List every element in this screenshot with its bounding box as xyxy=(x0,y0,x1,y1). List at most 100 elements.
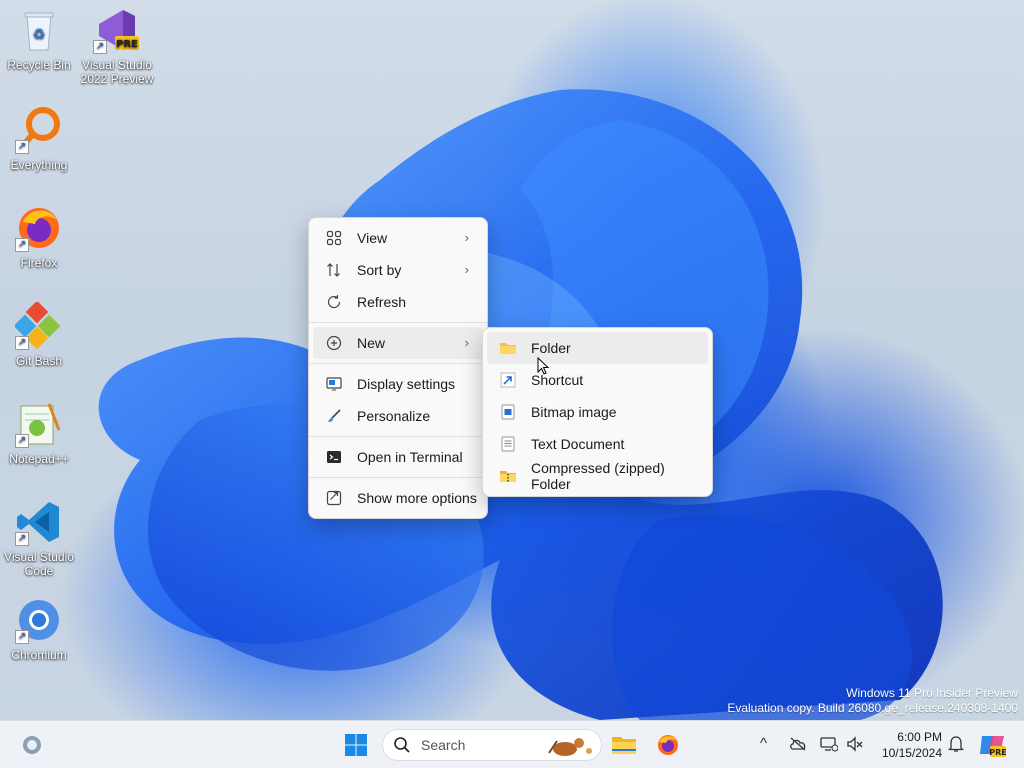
system-clock[interactable]: 6:00 PM 10/15/2024 xyxy=(872,729,942,761)
menu-item-display-settings[interactable]: Display settings xyxy=(313,368,483,400)
menu-separator xyxy=(309,436,487,437)
taskbar-file-explorer[interactable] xyxy=(608,729,640,761)
desktop-icon-label: Visual Studio Code xyxy=(4,550,74,578)
desktop-icon-label: Notepad++ xyxy=(9,452,69,466)
desktop-icon-vscode[interactable]: ↗ Visual Studio Code xyxy=(0,498,78,578)
watermark-line-1: Windows 11 Pro Insider Preview xyxy=(846,686,1018,700)
copilot-icon: PRE xyxy=(980,736,1006,757)
shortcut-arrow-icon: ↗ xyxy=(15,630,29,644)
mouse-cursor-icon xyxy=(537,357,549,375)
onedrive-offline-icon[interactable] xyxy=(789,737,807,751)
network-icon[interactable] xyxy=(820,736,838,752)
firefox-icon xyxy=(658,735,678,755)
search-placeholder: Search xyxy=(421,737,466,753)
submenu-item-folder[interactable]: Folder xyxy=(487,332,708,364)
desktop-context-menu: View › Sort by › Refresh New › Display s… xyxy=(308,217,488,519)
desktop-icon-everything[interactable]: ↗ Everything xyxy=(0,106,78,172)
menu-item-label: View xyxy=(357,230,388,246)
menu-item-label: Refresh xyxy=(357,294,407,310)
search-highlight-icon xyxy=(548,738,592,756)
bitmap-icon xyxy=(495,404,521,420)
search-icon xyxy=(394,737,410,753)
desktop-icon-label: Git Bash xyxy=(15,354,63,368)
submenu-item-shortcut[interactable]: Shortcut xyxy=(487,364,708,396)
taskbar-search-box[interactable]: Search xyxy=(382,729,602,761)
menu-item-label: Personalize xyxy=(357,408,431,424)
desktop-icon-firefox[interactable]: ↗ Firefox xyxy=(0,204,78,270)
menu-item-open-in-terminal[interactable]: Open in Terminal xyxy=(313,441,483,473)
menu-item-view[interactable]: View › xyxy=(313,222,483,254)
menu-item-personalize[interactable]: Personalize xyxy=(313,400,483,432)
more-options-icon xyxy=(321,490,347,506)
menu-item-new[interactable]: New › xyxy=(313,327,483,359)
volume-muted-icon[interactable] xyxy=(846,736,864,752)
menu-separator xyxy=(309,322,487,323)
brush-icon xyxy=(321,408,347,424)
submenu-item-bitmap-image[interactable]: Bitmap image xyxy=(487,396,708,428)
desktop-icon-label: Everything xyxy=(10,158,68,172)
folder-icon xyxy=(495,340,521,356)
copilot-button[interactable]: PRE xyxy=(976,729,1008,761)
plus-circle-icon xyxy=(321,335,347,351)
file-explorer-icon xyxy=(612,737,636,754)
terminal-icon xyxy=(321,449,347,465)
shortcut-arrow-icon: ↗ xyxy=(15,140,29,154)
desktop-icon-notepad-plus-plus[interactable]: ↗ Notepad++ xyxy=(0,400,78,466)
menu-item-refresh[interactable]: Refresh xyxy=(313,286,483,318)
grid-icon xyxy=(321,230,347,246)
submenu-item-compressed-folder[interactable]: Compressed (zipped) Folder xyxy=(487,460,708,492)
display-icon xyxy=(321,376,347,392)
weather-widget-icon xyxy=(23,736,41,754)
menu-item-label: Sort by xyxy=(357,262,402,278)
chevron-right-icon: › xyxy=(464,230,469,245)
desktop-icon-label: Firefox xyxy=(20,256,58,270)
recycle-bin-icon: ♻ xyxy=(24,12,54,51)
desktop-icon-recycle-bin[interactable]: ♻ Recycle Bin xyxy=(0,6,78,72)
submenu-item-label: Compressed (zipped) Folder xyxy=(530,460,665,492)
desktop-icon-visual-studio-preview[interactable]: PRE ↗ Visual Studio 2022 Preview xyxy=(78,6,156,86)
desktop-icon-git-bash[interactable]: ↗ Git Bash xyxy=(0,300,78,368)
windows-logo-icon xyxy=(345,734,367,756)
widgets-button[interactable] xyxy=(16,729,48,761)
start-button[interactable] xyxy=(340,729,372,761)
menu-item-label: Display settings xyxy=(357,376,456,392)
menu-item-sort-by[interactable]: Sort by › xyxy=(313,254,483,286)
sort-icon xyxy=(321,262,347,278)
submenu-item-label: Text Document xyxy=(531,436,625,452)
evaluation-watermark: Windows 11 Pro Insider Preview Evaluatio… xyxy=(727,686,1018,716)
clock-time: 6:00 PM xyxy=(897,730,942,744)
desktop-icon-chromium[interactable]: ↗ Chromium xyxy=(0,596,78,662)
svg-text:♻: ♻ xyxy=(33,27,46,43)
new-submenu: Folder Shortcut Bitmap image Text Docume… xyxy=(482,327,713,497)
desktop-icon-label: Visual Studio 2022 Preview xyxy=(80,58,154,86)
chevron-right-icon: › xyxy=(464,262,469,277)
taskbar-firefox[interactable] xyxy=(652,729,684,761)
svg-text:PRE: PRE xyxy=(989,748,1006,757)
shortcut-arrow-icon: ↗ xyxy=(15,336,29,350)
text-document-icon xyxy=(495,436,521,452)
desktop-icon-label: Recycle Bin xyxy=(7,58,71,72)
watermark-line-2: Evaluation copy. Build 26080.ge_release.… xyxy=(727,701,1018,715)
submenu-item-label: Bitmap image xyxy=(531,404,617,420)
shortcut-arrow-icon: ↗ xyxy=(93,40,107,54)
notification-bell-icon[interactable] xyxy=(948,735,964,753)
chevron-up-icon[interactable]: ^ xyxy=(760,735,767,752)
zip-folder-icon xyxy=(495,468,521,484)
taskbar: Search ^ 6:00 PM 10/15/2024 PRE xyxy=(0,720,1024,768)
shortcut-arrow-icon: ↗ xyxy=(15,532,29,546)
clock-date: 10/15/2024 xyxy=(881,746,942,760)
submenu-item-label: Folder xyxy=(531,340,571,356)
menu-separator xyxy=(309,363,487,364)
menu-item-label: Show more options xyxy=(357,490,477,506)
svg-text:PRE: PRE xyxy=(116,39,138,50)
shortcut-icon xyxy=(495,372,521,388)
menu-separator xyxy=(309,477,487,478)
desktop-icon-label: Chromium xyxy=(11,648,67,662)
submenu-item-text-document[interactable]: Text Document xyxy=(487,428,708,460)
refresh-icon xyxy=(321,294,347,310)
menu-item-show-more-options[interactable]: Show more options xyxy=(313,482,483,514)
shortcut-arrow-icon: ↗ xyxy=(15,238,29,252)
chevron-right-icon: › xyxy=(464,335,469,350)
menu-item-label: Open in Terminal xyxy=(357,449,463,465)
shortcut-arrow-icon: ↗ xyxy=(15,434,29,448)
